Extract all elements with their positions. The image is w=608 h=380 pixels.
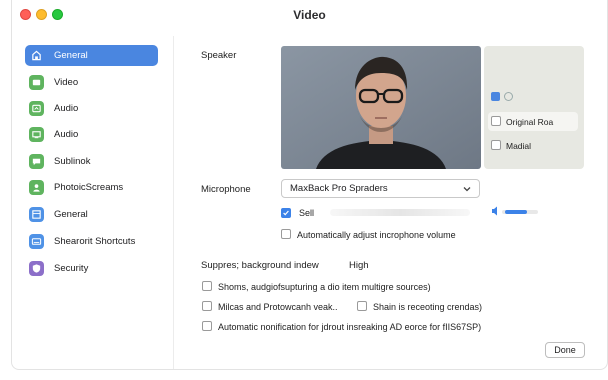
info-icon[interactable] <box>504 92 513 101</box>
sidebar-item-general[interactable]: General <box>25 45 158 66</box>
madial-label: Madial <box>506 141 532 151</box>
speaker-options-panel: Original Roa Madial <box>484 46 584 169</box>
microphone-label: Microphone <box>201 184 251 195</box>
option-1-checkbox[interactable] <box>202 281 212 291</box>
option-2-label: Milcas and Protowcanh veak.. <box>218 302 338 312</box>
camera-preview <box>281 46 481 169</box>
sidebar-item-label: Video <box>54 77 79 88</box>
pointer-icon[interactable] <box>491 92 500 101</box>
sidebar-item-label: Shearorit Shortcuts <box>54 236 136 247</box>
suppress-label: Suppres; background indew <box>201 260 319 271</box>
microphone-select-value: MaxBack Pro Spraders <box>290 183 388 194</box>
volume-slider[interactable] <box>502 210 538 214</box>
sidebar-item-shortcuts[interactable]: Shearorit Shortcuts <box>25 231 158 252</box>
auto-adjust-checkbox[interactable] <box>281 229 291 239</box>
chevron-down-icon <box>463 187 471 192</box>
grid-icon <box>29 207 44 222</box>
original-roa-checkbox[interactable] <box>491 116 501 126</box>
option-4-label: Automatic nonification for jdrout insrea… <box>218 322 482 332</box>
sidebar-item-sublinok[interactable]: Sublinok <box>25 151 158 172</box>
window-title: Video <box>293 8 326 22</box>
person-icon <box>29 180 44 195</box>
shield-icon <box>29 261 44 276</box>
option-3-label: Shain is receoting crendas) <box>373 302 483 312</box>
sidebar-item-label: General <box>54 209 88 220</box>
auto-adjust-label: Automatically adjust incrophone volume <box>297 230 456 240</box>
sidebar-item-security[interactable]: Security <box>25 258 158 279</box>
input-level-bar <box>330 209 470 216</box>
volume-slider-fill <box>505 210 527 214</box>
sidebar-item-audio-2[interactable]: Audio <box>25 124 158 145</box>
sidebar-item-label: Security <box>54 263 89 274</box>
video-icon <box>29 75 44 90</box>
option-3-checkbox[interactable] <box>357 301 367 311</box>
done-button[interactable]: Done <box>545 342 585 358</box>
suppress-level[interactable]: High <box>349 260 369 271</box>
sell-checkbox[interactable] <box>281 208 291 218</box>
sidebar-item-label: General <box>54 50 88 61</box>
original-roa-label: Original Roa <box>506 117 554 127</box>
chat-icon <box>29 154 44 169</box>
sidebar-item-general-2[interactable]: General <box>25 204 158 225</box>
speaker-volume-icon <box>492 206 497 216</box>
option-2-checkbox[interactable] <box>202 301 212 311</box>
sidebar-item-label: Audio <box>54 103 79 114</box>
sidebar-item-label: PhotoicScreams <box>54 182 124 193</box>
option-1-label: Shoms, audgiofsupturing a dio item multi… <box>218 282 431 292</box>
speaker-label: Speaker <box>201 50 237 61</box>
home-icon <box>29 48 44 63</box>
headphones-icon <box>29 101 44 116</box>
microphone-select[interactable]: MaxBack Pro Spraders <box>281 179 480 198</box>
option-4-checkbox[interactable] <box>202 321 212 331</box>
madial-checkbox[interactable] <box>491 140 501 150</box>
sidebar-item-label: Audio <box>54 129 79 140</box>
settings-window: Video General Video Audio Audio Sublinok… <box>11 0 608 370</box>
check-icon <box>283 210 289 216</box>
title-bar: Video <box>12 0 607 30</box>
sidebar-item-video[interactable]: Video <box>25 72 158 93</box>
sidebar-item-label: Sublinok <box>54 156 91 167</box>
keyboard-icon <box>29 234 44 249</box>
sidebar: General Video Audio Audio Sublinok Photo… <box>12 36 174 369</box>
sidebar-item-photoicscreams[interactable]: PhotoicScreams <box>25 177 158 198</box>
screen-icon <box>29 127 44 142</box>
sell-label: Sell <box>299 208 315 218</box>
sidebar-item-audio[interactable]: Audio <box>25 98 158 119</box>
